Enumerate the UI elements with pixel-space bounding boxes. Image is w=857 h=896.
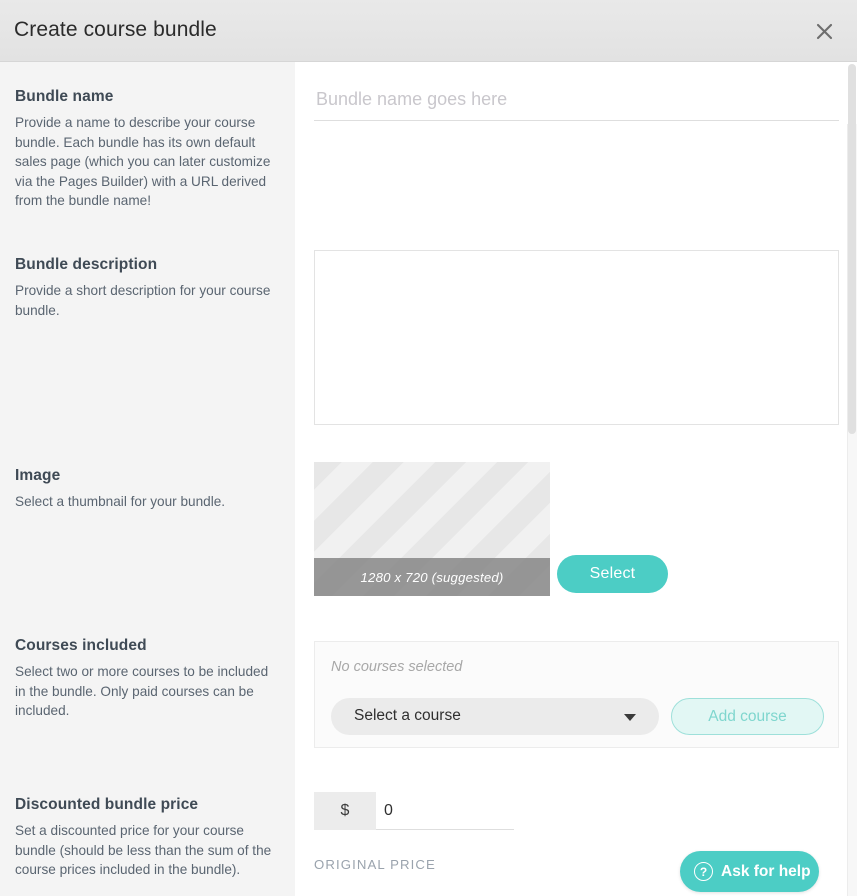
vertical-scrollbar-thumb[interactable]: [848, 64, 856, 434]
discounted-price-input[interactable]: [376, 792, 514, 830]
close-button[interactable]: [809, 16, 839, 46]
field-title: Image: [15, 467, 61, 484]
ask-for-help-label: Ask for help: [721, 862, 811, 880]
field-description: Provide a short description for your cou…: [15, 283, 271, 318]
form-controls-panel: 1280 x 720 (suggested) Select No courses…: [295, 62, 857, 896]
field-description: Provide a name to describe your course b…: [15, 115, 271, 208]
course-select-dropdown[interactable]: Select a course: [331, 698, 659, 735]
field-title: Discounted bundle price: [15, 796, 199, 813]
field-label-bundle-name: Bundle name Provide a name to describe y…: [15, 88, 277, 211]
chevron-down-icon: [624, 714, 636, 721]
no-courses-selected-text: No courses selected: [331, 659, 463, 675]
bundle-thumbnail-placeholder[interactable]: 1280 x 720 (suggested): [314, 462, 550, 596]
page-title: Create course bundle: [14, 18, 217, 41]
dialog-body: Bundle name Provide a name to describe y…: [0, 62, 857, 896]
dialog-header: Create course bundle: [0, 0, 857, 62]
discounted-price-field: $: [314, 792, 514, 830]
question-circle-icon: ?: [694, 862, 713, 881]
bundle-name-input[interactable]: [314, 85, 839, 121]
add-course-button[interactable]: Add course: [671, 698, 824, 735]
field-title: Bundle name: [15, 88, 114, 105]
bundle-name-field-wrap: [314, 85, 839, 121]
ask-for-help-button[interactable]: ? Ask for help: [680, 851, 819, 892]
field-title: Courses included: [15, 637, 147, 654]
close-icon: [816, 23, 833, 40]
select-image-button[interactable]: Select: [557, 555, 668, 593]
create-course-bundle-dialog: Create course bundle Bundle name Provide…: [0, 0, 857, 896]
field-title: Bundle description: [15, 256, 158, 273]
field-description: Select two or more courses to be include…: [15, 664, 269, 718]
course-select-value: Select a course: [354, 707, 461, 724]
field-label-image: Image Select a thumbnail for your bundle…: [15, 467, 277, 512]
field-label-discounted-price: Discounted bundle price Set a discounted…: [15, 796, 277, 880]
field-description: Select a thumbnail for your bundle.: [15, 494, 226, 509]
original-price-label: ORIGINAL PRICE: [314, 857, 436, 872]
thumbnail-size-caption: 1280 x 720 (suggested): [314, 558, 550, 596]
field-label-bundle-description: Bundle description Provide a short descr…: [15, 256, 277, 320]
field-label-courses-included: Courses included Select two or more cour…: [15, 637, 277, 721]
courses-included-panel: No courses selected Select a course Add …: [314, 641, 839, 748]
field-description: Set a discounted price for your course b…: [15, 823, 272, 877]
currency-symbol: $: [314, 792, 376, 830]
field-labels-sidebar: Bundle name Provide a name to describe y…: [0, 62, 295, 896]
bundle-description-textarea[interactable]: [314, 250, 839, 425]
